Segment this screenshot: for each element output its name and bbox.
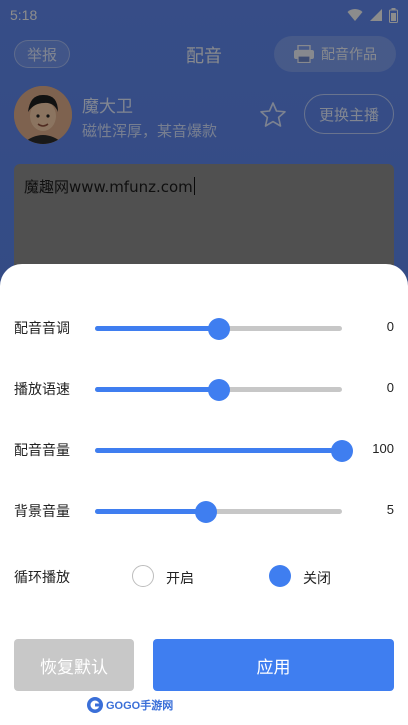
slider-label: 配音音调 (14, 321, 70, 337)
slider-fill (95, 448, 342, 453)
apply-button[interactable]: 应用 (153, 639, 394, 691)
loop-off-radio[interactable] (269, 565, 291, 587)
gogo-logo-icon (87, 697, 103, 713)
slider-row-speed: 播放语速 0 (0, 373, 408, 405)
loop-on-label[interactable]: 开启 (166, 568, 194, 588)
slider-row-voice-volume: 配音音量 100 (0, 434, 408, 466)
slider-label: 播放语速 (14, 382, 70, 398)
slider-label: 配音音量 (14, 443, 70, 459)
watermark-logo: GOGO手游网 (86, 694, 173, 716)
speed-slider[interactable] (95, 379, 342, 401)
loop-off-label[interactable]: 关闭 (303, 568, 331, 588)
slider-row-bg-volume: 背景音量 5 (0, 495, 408, 527)
slider-value: 0 (386, 380, 394, 395)
pitch-slider[interactable] (95, 318, 342, 340)
slider-knob[interactable] (207, 318, 230, 340)
reset-defaults-button[interactable]: 恢复默认 (14, 639, 134, 691)
slider-fill (95, 326, 219, 331)
slider-knob[interactable] (331, 440, 353, 462)
slider-label: 背景音量 (14, 504, 70, 520)
settings-sheet: 配音音调 0 播放语速 0 配音音量 100 背景音量 5 循环播放 开启 关闭… (0, 264, 408, 725)
watermark-text: GOGO手游网 (106, 700, 174, 712)
loop-on-radio[interactable] (132, 565, 154, 587)
slider-knob[interactable] (195, 501, 218, 523)
slider-knob[interactable] (207, 379, 230, 401)
slider-fill (95, 387, 219, 392)
slider-fill (95, 509, 207, 514)
loop-row: 循环播放 开启 关闭 (0, 561, 408, 593)
voice-volume-slider[interactable] (95, 440, 353, 462)
slider-value: 5 (386, 502, 394, 517)
background-volume-slider[interactable] (95, 501, 342, 523)
slider-value: 100 (372, 441, 394, 456)
slider-value: 0 (386, 319, 394, 334)
slider-row-pitch: 配音音调 0 (0, 312, 408, 344)
loop-label: 循环播放 (14, 570, 70, 586)
